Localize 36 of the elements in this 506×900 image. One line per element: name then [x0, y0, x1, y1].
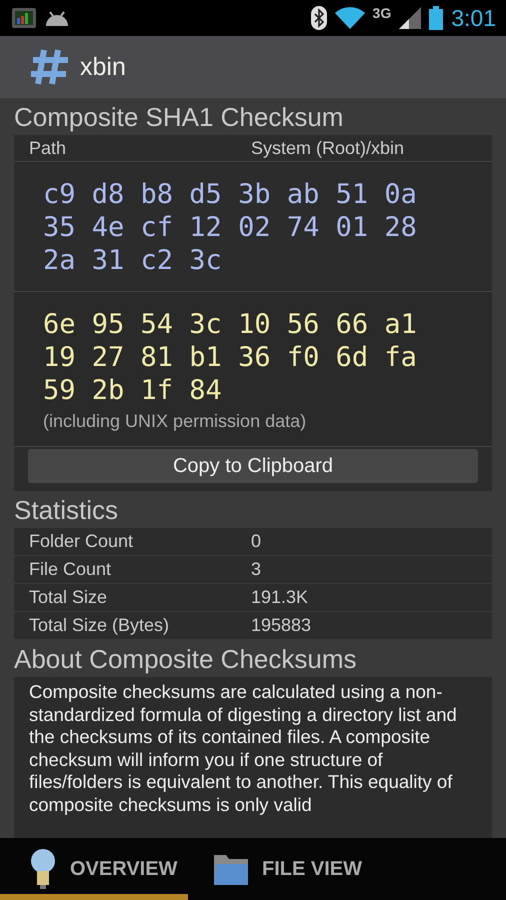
stat-label: Total Size (Bytes)	[28, 615, 170, 636]
android-icon	[44, 9, 70, 27]
battery-icon	[429, 6, 444, 30]
section-heading: About Composite Checksums	[14, 644, 358, 675]
path-value: System (Root)/xbin	[251, 138, 404, 158]
light-bulb-icon	[28, 847, 58, 891]
checksum-line: 19 27 81 b1 36 f0 6d fa	[43, 341, 418, 374]
signal-icon	[399, 7, 422, 29]
clock: 3:01	[451, 4, 496, 32]
stat-label: Folder Count	[28, 531, 134, 552]
hash-icon	[30, 48, 70, 86]
tab[interactable]: FILE VIEW	[188, 838, 368, 900]
checksum-line: c9 d8 b8 d5 3b ab 51 0a	[43, 178, 418, 211]
stat-value: 195883	[251, 615, 312, 636]
checksum-line: 59 2b 1f 84	[43, 374, 223, 407]
section-heading: Statistics	[14, 495, 120, 526]
permissions-note: (including UNIX permission data)	[43, 411, 308, 432]
screen-title: xbin	[80, 52, 126, 82]
checksum-line: 2a 31 c2 3c	[43, 244, 223, 277]
checksum-line: 35 4e cf 12 02 74 01 28	[43, 211, 418, 244]
stat-value: 3	[251, 559, 262, 580]
bluetooth-icon	[310, 6, 327, 30]
wifi-icon	[334, 7, 365, 29]
stat-label: File Count	[28, 559, 112, 580]
checksum-line: 6e 95 54 3c 10 56 66 a1	[43, 308, 418, 341]
about-text: Composite checksums are calculated using a non-standardized formula of digesting a directory list and the checksums of its contained files. A composite checksum will inform you if one structure of files/folders is equivalent to another. This equality of composite checksums is only valid	[14, 677, 492, 838]
path-label: Path	[28, 138, 68, 158]
folder-icon	[212, 852, 250, 886]
chart-app-icon	[12, 8, 36, 28]
section-heading: Composite SHA1 Checksum	[14, 102, 344, 133]
stat-label: Total Size	[28, 587, 108, 608]
tab[interactable]: OVERVIEW	[0, 838, 188, 900]
network-type: 3G	[372, 5, 392, 21]
stat-value: 191.3K	[251, 587, 308, 608]
copy-button[interactable]: Copy to Clipboard	[28, 449, 478, 483]
stat-value: 0	[251, 531, 262, 552]
